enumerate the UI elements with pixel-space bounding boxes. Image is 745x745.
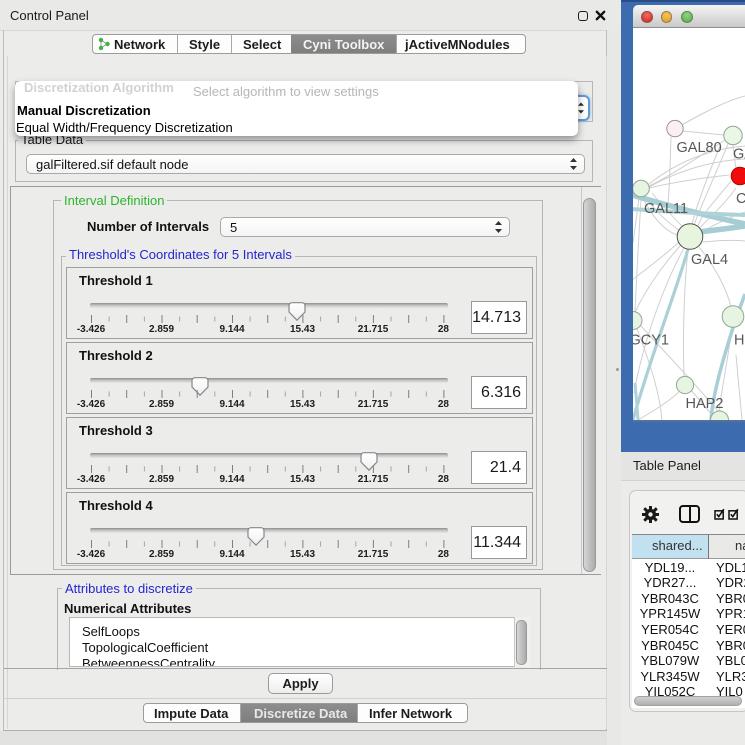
svg-text:H: H xyxy=(734,333,744,349)
svg-text:GAL4: GAL4 xyxy=(691,252,728,268)
svg-text:GAL11: GAL11 xyxy=(644,201,688,217)
svg-text:GCY1: GCY1 xyxy=(633,333,670,349)
svg-text:C: C xyxy=(736,191,745,207)
svg-text:GAL80: GAL80 xyxy=(677,140,722,156)
svg-text:HAP2: HAP2 xyxy=(686,396,724,412)
svg-text:GA: GA xyxy=(733,147,745,163)
